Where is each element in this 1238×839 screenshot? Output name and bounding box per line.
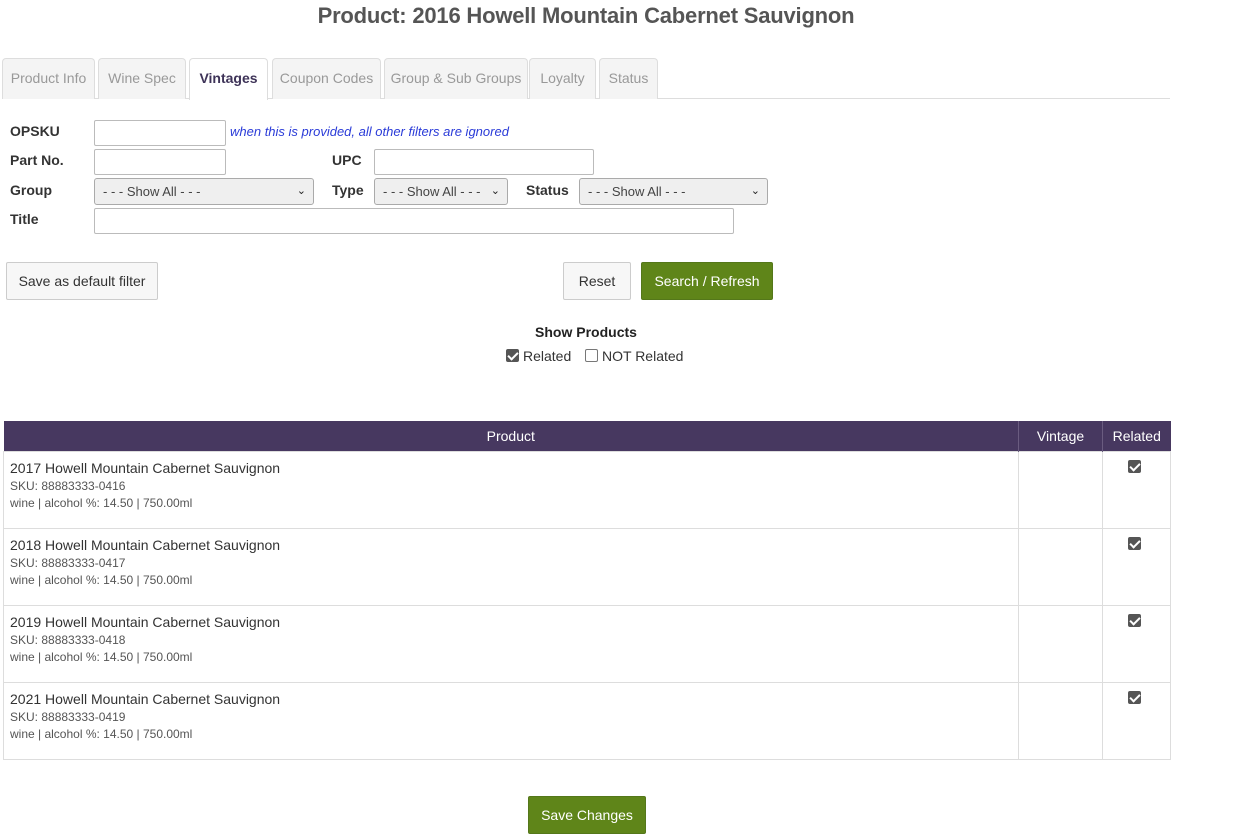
table-row: 2018 Howell Mountain Cabernet Sauvignon … [2,527,1171,606]
opsku-hint: when this is provided, all other filters… [230,124,509,139]
group-label: Group [10,182,52,198]
vintage-cell [1018,527,1103,606]
vintage-cell [1018,681,1103,760]
related-checkbox-option[interactable]: Related [506,348,571,364]
tab-bar: Product Info Wine Spec Vintages Coupon C… [2,58,1170,100]
related-column-header: Related [1102,421,1171,451]
related-checkbox[interactable] [1128,690,1141,704]
related-cell [1102,450,1171,529]
product-sku: SKU: 88883333-0419 [10,709,126,724]
type-select[interactable]: - - - Show All - - - ⌄ [374,178,508,205]
product-name: 2017 Howell Mountain Cabernet Sauvignon [10,459,281,476]
part-no-label: Part No. [10,152,64,168]
related-checkbox-label: Related [523,348,572,364]
chevron-down-icon: ⌄ [490,185,500,197]
upc-input[interactable] [374,149,594,175]
save-changes-button[interactable]: Save Changes [528,796,646,834]
tab-coupon-codes[interactable]: Coupon Codes [272,58,381,99]
part-no-input[interactable] [94,149,226,175]
tab-loyalty[interactable]: Loyalty [529,58,596,99]
product-cell: 2021 Howell Mountain Cabernet Sauvignon … [2,681,1020,760]
product-sku: SKU: 88883333-0416 [10,478,126,493]
upc-label: UPC [332,152,362,168]
product-cell: 2018 Howell Mountain Cabernet Sauvignon … [2,527,1020,606]
vintage-cell [1018,450,1103,529]
status-select[interactable]: - - - Show All - - - ⌄ [579,178,768,205]
checkbox-icon[interactable] [506,349,519,362]
group-select[interactable]: - - - Show All - - - ⌄ [94,178,314,205]
table-header-row: Product Vintage Related [3,421,1171,451]
related-cell [1102,604,1171,683]
status-select-value: - - - Show All - - - [588,184,686,199]
related-cell [1102,527,1171,606]
vintage-cell [1018,604,1103,683]
tab-wine-spec[interactable]: Wine Spec [98,58,186,99]
type-label: Type [332,182,364,198]
product-spec: wine | alcohol %: 14.50 | 750.00ml [10,572,193,587]
products-table: Product Vintage Related 2017 Howell Moun… [2,421,1171,760]
tab-status[interactable]: Status [599,58,658,99]
status-label: Status [526,182,569,198]
page-title: Product: 2016 Howell Mountain Cabernet S… [317,3,855,28]
search-refresh-button[interactable]: Search / Refresh [641,262,773,300]
title-input[interactable] [94,208,734,234]
tab-group-sub-groups[interactable]: Group & Sub Groups [384,58,528,99]
product-name: 2018 Howell Mountain Cabernet Sauvignon [10,536,281,553]
tab-vintages[interactable]: Vintages [189,58,268,100]
product-column-header: Product [3,421,1019,451]
opsku-label: OPSKU [10,123,60,139]
product-cell: 2019 Howell Mountain Cabernet Sauvignon … [2,604,1020,683]
group-select-value: - - - Show All - - - [103,184,201,199]
opsku-input[interactable] [94,120,226,146]
product-sku: SKU: 88883333-0418 [10,632,126,647]
related-checkbox[interactable] [1128,459,1141,473]
reset-button[interactable]: Reset [563,262,631,300]
checkbox-icon[interactable] [585,349,598,362]
vintage-column-header: Vintage [1018,421,1103,451]
related-cell [1102,681,1171,760]
type-select-value: - - - Show All - - - [383,184,481,199]
not-related-checkbox-option[interactable]: NOT Related [585,348,683,364]
chevron-down-icon: ⌄ [750,185,760,197]
title-label: Title [10,211,39,227]
related-checkbox[interactable] [1128,536,1141,550]
product-cell: 2017 Howell Mountain Cabernet Sauvignon … [2,450,1020,529]
product-sku: SKU: 88883333-0417 [10,555,126,570]
chevron-down-icon: ⌄ [296,185,306,197]
product-spec: wine | alcohol %: 14.50 | 750.00ml [10,495,193,510]
table-row: 2021 Howell Mountain Cabernet Sauvignon … [2,681,1171,760]
table-row: 2019 Howell Mountain Cabernet Sauvignon … [2,604,1171,683]
tab-product-info[interactable]: Product Info [2,58,95,99]
show-products-title: Show Products [535,324,637,340]
save-default-filter-button[interactable]: Save as default filter [6,262,158,300]
product-spec: wine | alcohol %: 14.50 | 750.00ml [10,649,193,664]
product-spec: wine | alcohol %: 14.50 | 750.00ml [10,726,193,741]
product-name: 2021 Howell Mountain Cabernet Sauvignon [10,690,281,707]
related-checkbox[interactable] [1128,613,1141,627]
not-related-checkbox-label: NOT Related [602,348,684,364]
product-name: 2019 Howell Mountain Cabernet Sauvignon [10,613,281,630]
table-row: 2017 Howell Mountain Cabernet Sauvignon … [2,450,1171,529]
